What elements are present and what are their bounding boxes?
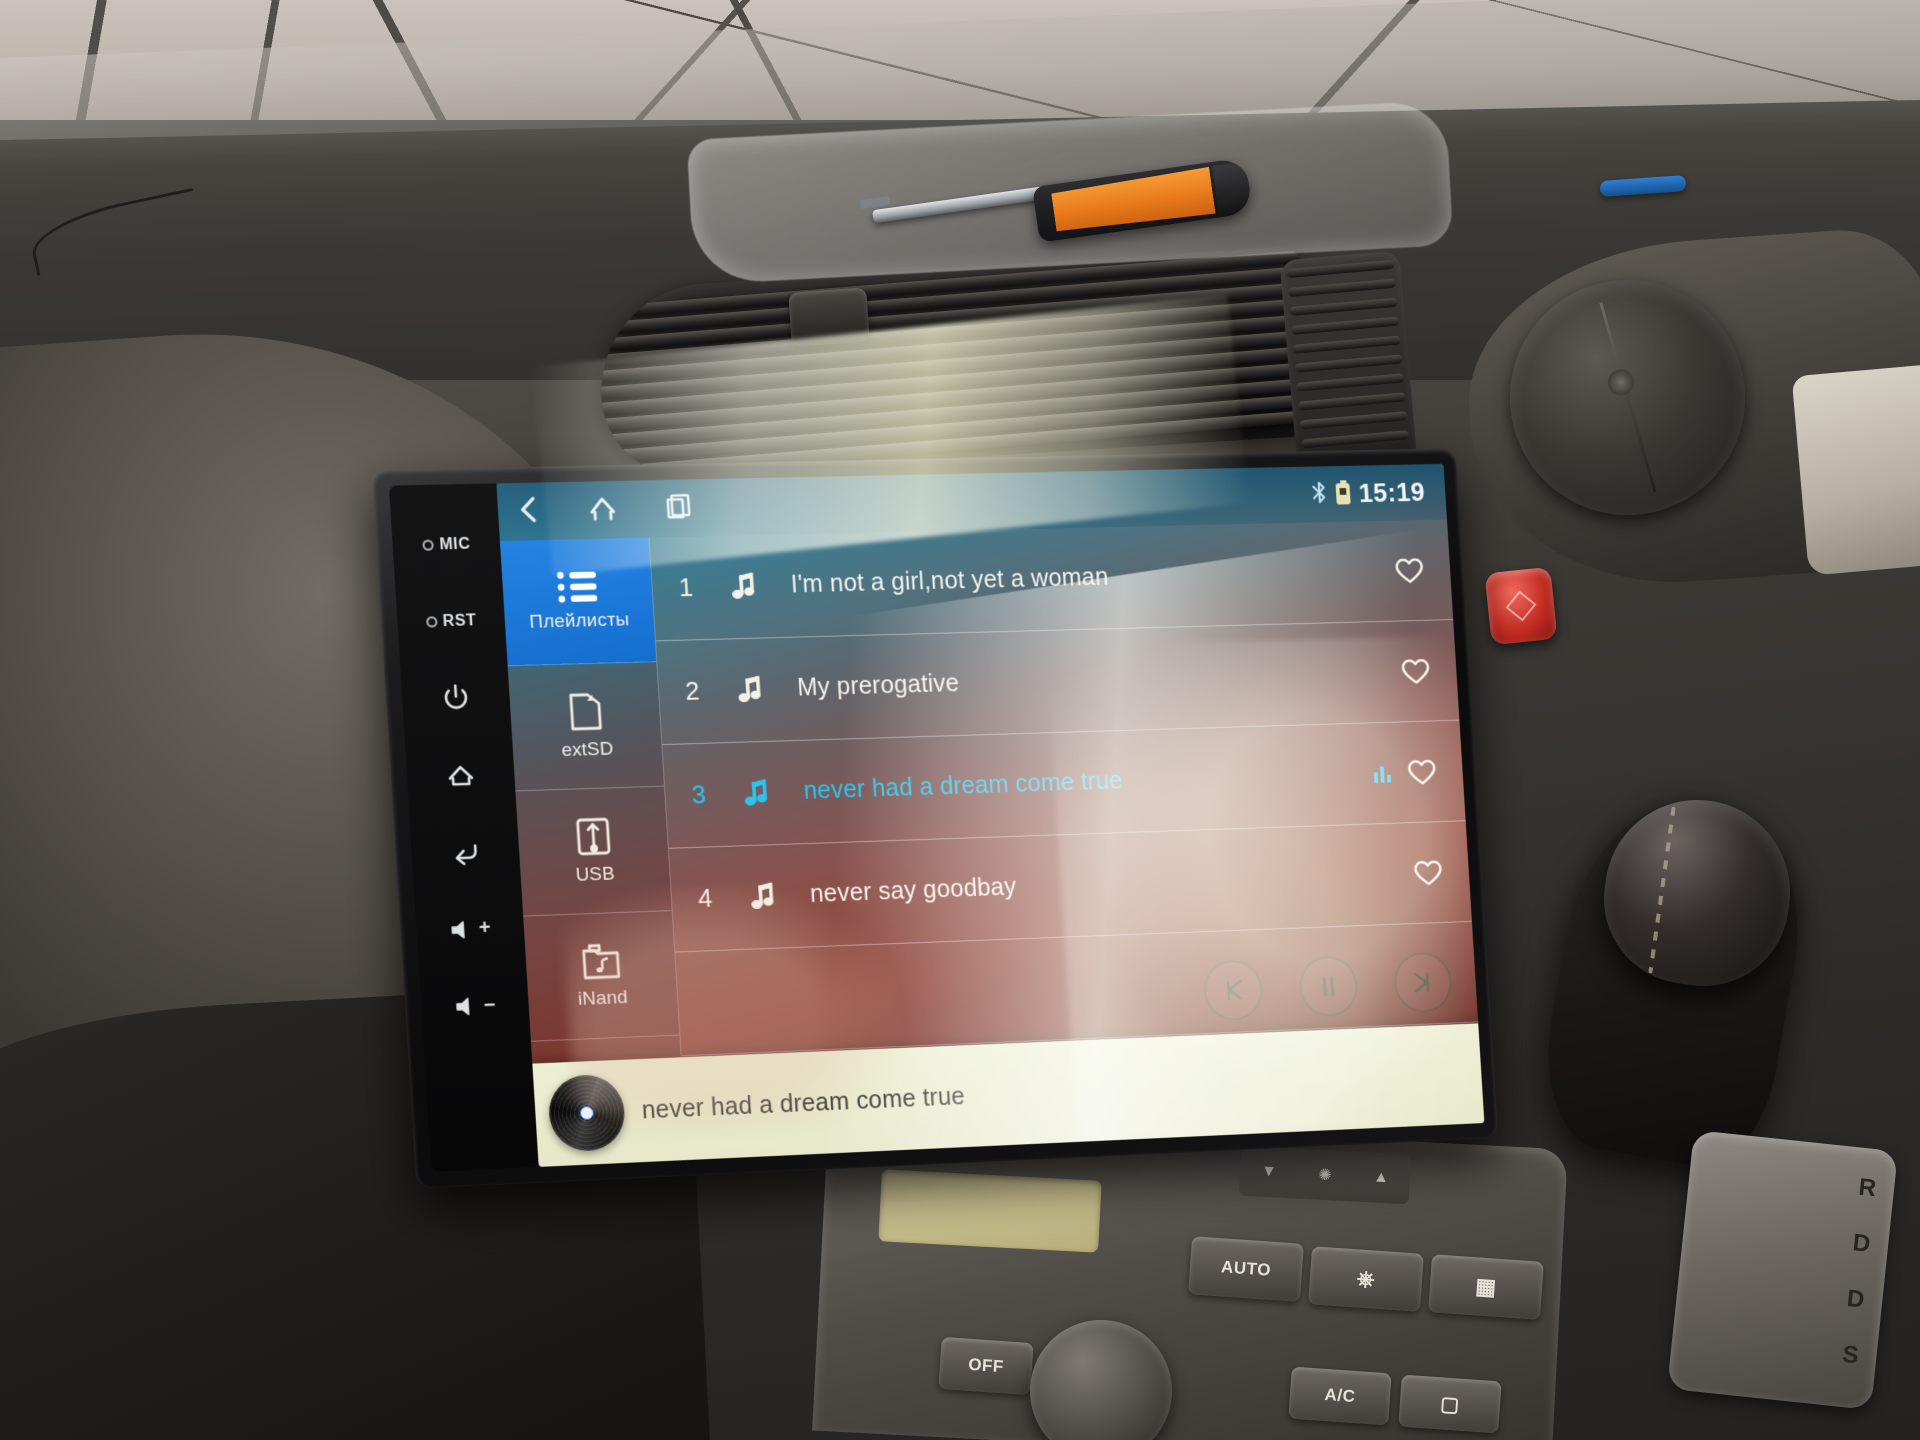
usb-icon (573, 815, 613, 858)
speaker-icon (449, 918, 474, 941)
off-button[interactable]: OFF (938, 1336, 1034, 1396)
vent-slat (1300, 430, 1410, 449)
track-number: 1 (677, 572, 694, 603)
vol-up-sign: + (478, 917, 492, 940)
fan-icon: ✺ (1317, 1166, 1333, 1185)
power-key[interactable] (400, 659, 512, 739)
track-number: 2 (684, 676, 701, 707)
speaker-icon (453, 995, 478, 1018)
volume-down-key[interactable]: − (419, 966, 531, 1047)
vent-slat (1292, 335, 1402, 354)
reset-led-icon (425, 616, 438, 628)
gear-label: R (1857, 1173, 1878, 1203)
home-icon (445, 761, 477, 790)
android-head-unit: MIC RST + − 15:19 Плейлисты extSD USB iN… (372, 448, 1499, 1189)
sidebar-item-label: Плейлисты (528, 609, 630, 633)
rear-defrost-button[interactable]: ▦ (1428, 1254, 1544, 1320)
recirculate-button[interactable]: ⎈ (1308, 1246, 1424, 1312)
back-icon (450, 839, 481, 866)
track-title: I'm not a girl,not yet a woman (790, 563, 1110, 599)
sidebar-item-label: iNand (577, 987, 629, 1010)
back-icon[interactable] (515, 493, 543, 530)
head-unit-bezel: MIC RST + − 15:19 Плейлисты extSD USB iN… (372, 448, 1499, 1189)
favorite-heart-icon[interactable] (1385, 555, 1435, 585)
mic-indicator: MIC (390, 505, 502, 584)
gear-label: D (1851, 1229, 1872, 1258)
vent-slat (1299, 411, 1408, 430)
vent-slat (1286, 259, 1395, 279)
reset-indicator-label: RST (442, 612, 477, 630)
fan-up-icon: ▲ (1372, 1168, 1390, 1187)
home-key[interactable] (405, 736, 517, 816)
equalizer-icon (1360, 672, 1391, 673)
music-note-icon (712, 571, 774, 602)
favorite-heart-icon[interactable] (1391, 656, 1441, 686)
music-note-icon (732, 881, 794, 913)
pause-button[interactable] (1297, 955, 1360, 1018)
track-title: never say goodbay (809, 873, 1018, 909)
vent-slat (1291, 316, 1400, 335)
sidebar-item-usb[interactable]: USB (515, 786, 672, 917)
vent-slat (1296, 373, 1405, 392)
volume-up-key[interactable]: + (414, 889, 526, 970)
sidebar-item-playlist[interactable]: Плейлисты (499, 537, 657, 667)
vent-slat (1297, 392, 1407, 411)
previous-track-button[interactable] (1202, 959, 1265, 1022)
climate-display (878, 1169, 1102, 1253)
battery-icon (1335, 483, 1352, 505)
fan-down-icon: ▼ (1260, 1162, 1278, 1181)
track-number: 4 (697, 883, 714, 914)
back-key[interactable] (409, 812, 521, 893)
mic-indicator-label: MIC (438, 535, 471, 554)
touchscreen-display[interactable]: 15:19 ПлейлистыextSDUSBiNandCollection 1… (496, 463, 1485, 1167)
music-note-icon (719, 674, 781, 705)
gear-label: D (1845, 1284, 1866, 1314)
sidebar-item-inand-folder[interactable]: iNand (523, 911, 680, 1042)
equalizer-icon (1354, 571, 1385, 572)
inand-folder-icon (579, 941, 623, 982)
transport-controls (1202, 951, 1454, 1022)
favorite-heart-icon[interactable] (1397, 757, 1447, 787)
auto-button[interactable]: AUTO (1188, 1236, 1304, 1302)
ac-button[interactable]: A/C (1288, 1366, 1392, 1426)
sidebar-item-label: USB (575, 863, 616, 886)
equalizer-icon (1373, 873, 1404, 874)
sidebar-item-label: extSD (560, 738, 615, 762)
vent-slat (1287, 278, 1397, 298)
playlist-icon (556, 570, 599, 605)
equalizer-icon (1366, 763, 1399, 783)
home-icon[interactable] (586, 491, 620, 528)
climate-arrow-pad[interactable]: ▼ ✺ ▲ (1238, 1145, 1412, 1205)
track-title: My prerogative (796, 669, 961, 702)
vol-down-sign: − (483, 993, 497, 1017)
mic-led-icon (422, 539, 434, 551)
vent-knob[interactable] (788, 287, 870, 347)
status-clock: 15:19 (1357, 477, 1426, 508)
vent-slat (1294, 354, 1403, 373)
bluetooth-icon (1311, 479, 1330, 509)
reset-indicator: RST (395, 582, 507, 662)
recent-apps-icon[interactable] (662, 490, 696, 527)
favorite-heart-icon[interactable] (1403, 857, 1453, 888)
music-note-icon (725, 778, 787, 810)
gear-label: S (1841, 1340, 1860, 1370)
sidebar-item-sdcard[interactable]: extSD (507, 662, 664, 792)
track-number: 3 (690, 779, 707, 810)
front-defrost-button[interactable]: ▢ (1398, 1374, 1502, 1434)
next-track-button[interactable] (1392, 951, 1454, 1014)
now-playing-title: never had a dream come true (640, 1082, 966, 1124)
album-art-vinyl-icon (547, 1073, 627, 1153)
vent-slat (1289, 297, 1398, 316)
instrument-cluster-glass (1791, 364, 1920, 576)
gear-position-plate: RDDS (1666, 1129, 1899, 1411)
photo-scene: RDDS ▼ ✺ ▲ AUTO ⎈ ▦ OFF A/C ▢ MIC RST + − (0, 0, 1920, 1440)
hazard-light-button[interactable] (1484, 566, 1558, 646)
track-title: never had a dream come true (802, 767, 1124, 806)
sdcard-icon (566, 690, 604, 733)
power-icon (441, 683, 471, 714)
